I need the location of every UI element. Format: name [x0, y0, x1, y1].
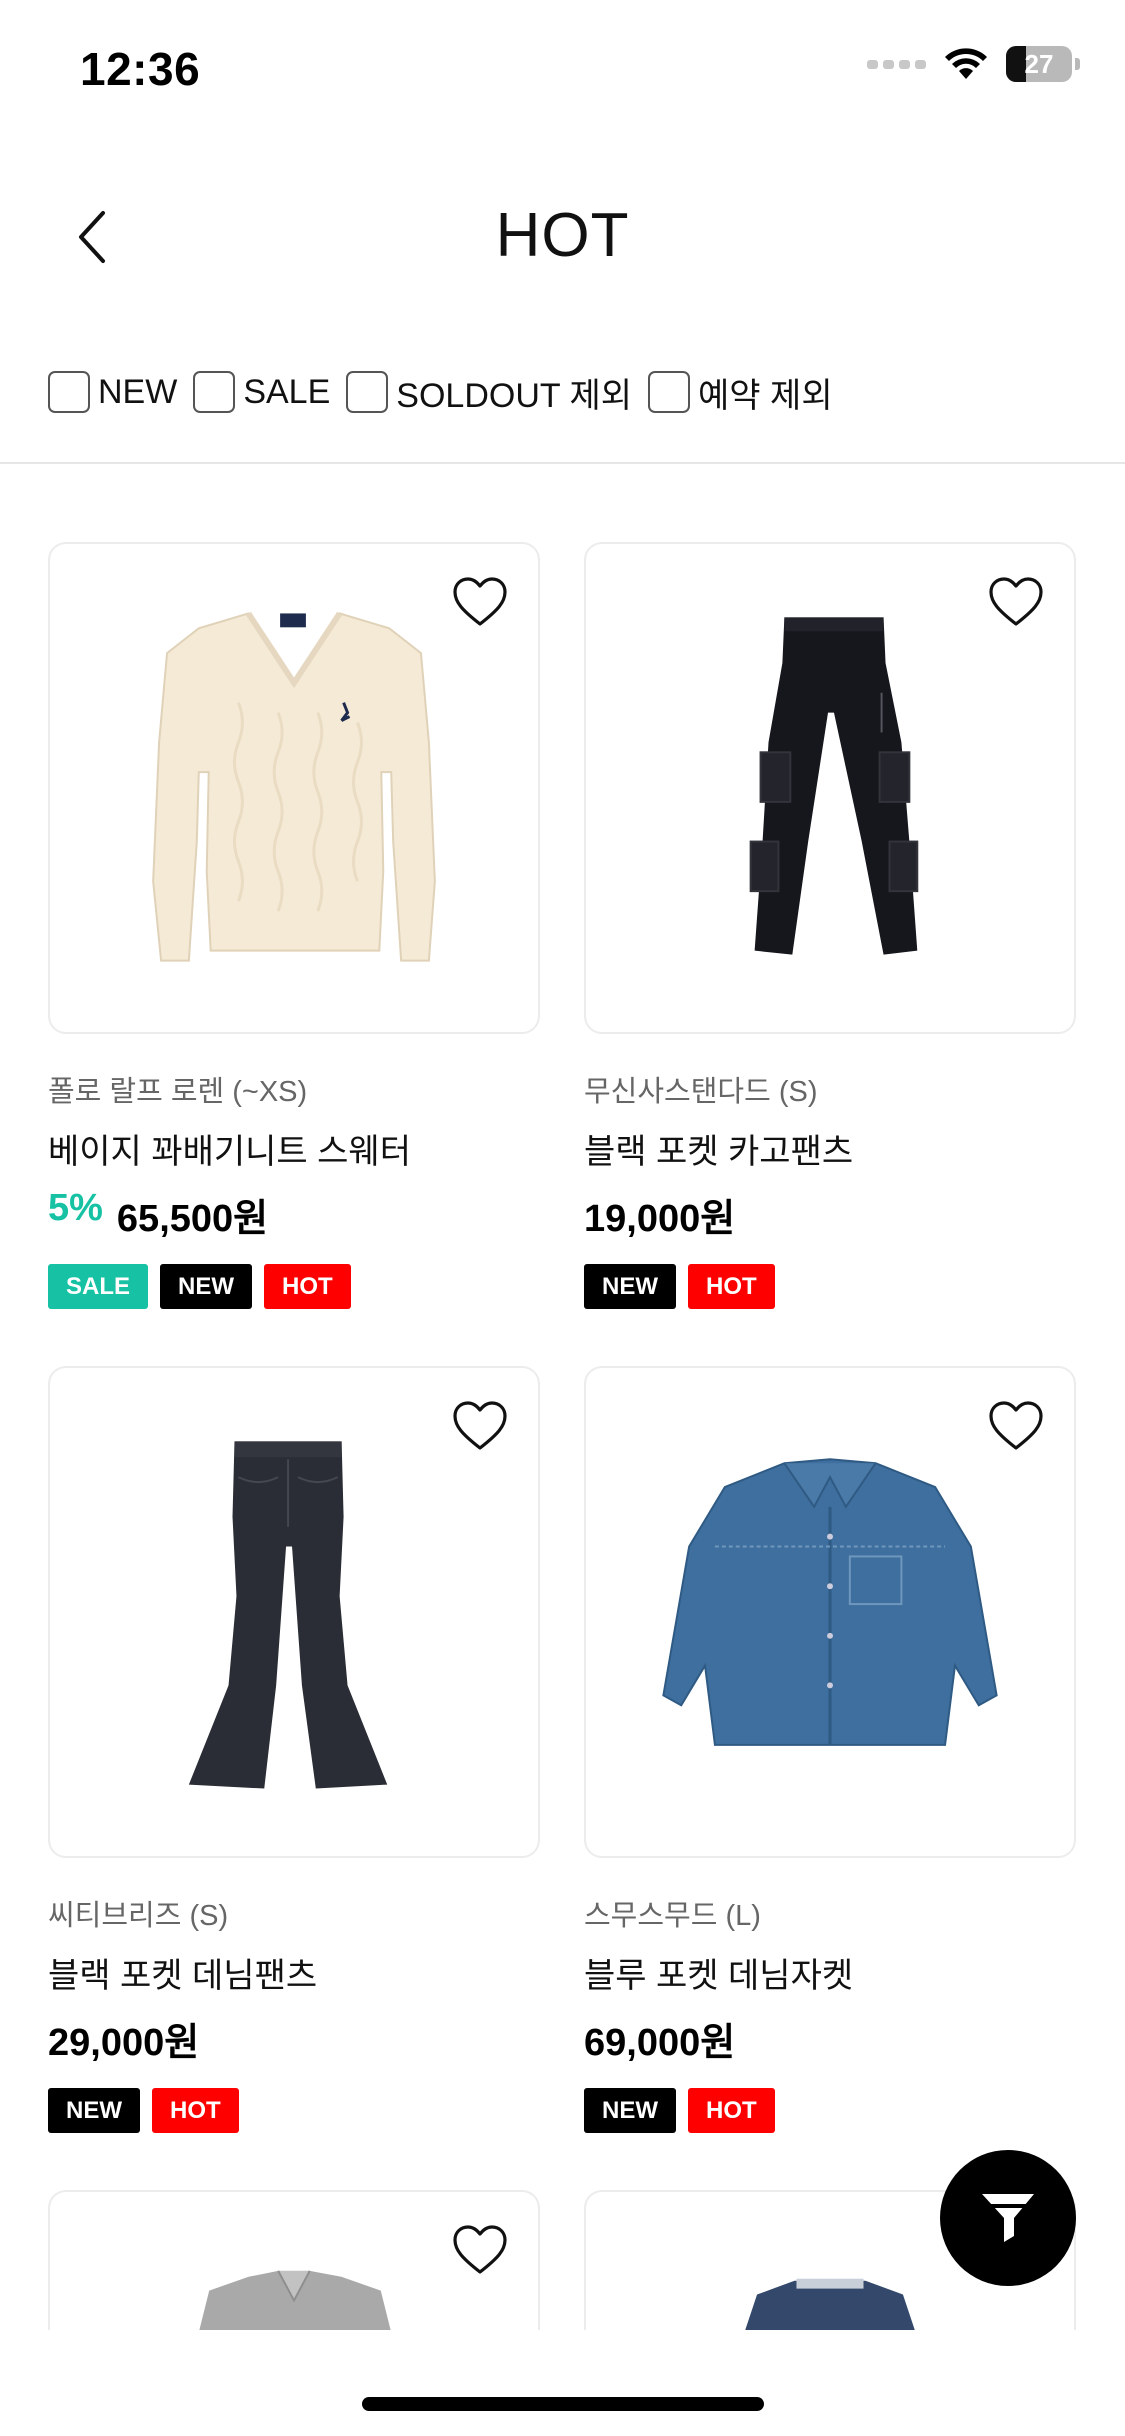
- product-name: 블루 포켓 데님자켓: [584, 1957, 854, 1995]
- filter-funnel-icon: [982, 2194, 1034, 2242]
- filter-sale[interactable]: SALE: [193, 371, 330, 413]
- product-brand: 씨티브리즈 (S): [48, 1900, 229, 1932]
- signal-dots-icon: [867, 59, 926, 69]
- wifi-icon: [945, 48, 987, 79]
- product-price: 69,000원: [584, 2022, 736, 2064]
- product-image-frame[interactable]: [584, 1366, 1076, 1858]
- divider: [0, 462, 1125, 464]
- sale-badge: SALE: [48, 1264, 149, 1309]
- battery-level: 27: [1024, 48, 1054, 79]
- product-price: 65,500원: [116, 1198, 269, 1240]
- new-badge: NEW: [160, 1264, 253, 1309]
- battery-icon: 27: [1006, 46, 1080, 82]
- status-time: 12:36: [80, 43, 201, 95]
- product-image-frame[interactable]: [48, 542, 540, 1034]
- product-price: 19,000원: [584, 1198, 736, 1240]
- page-title: HOT: [495, 201, 630, 270]
- price-row: 5% 65,500원: [48, 1187, 540, 1242]
- filter-exclude-soldout[interactable]: SOLDOUT 제외: [346, 368, 632, 417]
- product-grid: 폴로 랄프 로렌 (~XS) 베이지 꽈배기니트 스웨터 5% 65,500원 …: [48, 542, 1078, 2330]
- status-bar: 12:36 27: [0, 0, 1125, 135]
- product-image-frame[interactable]: [584, 542, 1076, 1034]
- filter-new-label: NEW: [98, 372, 178, 411]
- price-row: 19,000원: [584, 1187, 1076, 1242]
- product-name: 블랙 포켓 카고팬츠: [584, 1133, 854, 1171]
- product-card[interactable]: 스무스무드 (L) 블루 포켓 데님자켓 69,000원 NEW HOT: [584, 1366, 1076, 2190]
- hot-badge: HOT: [152, 2088, 239, 2133]
- product-card[interactable]: [48, 2190, 540, 2330]
- filter-exclude-reserved-label: 예약 제외: [698, 376, 833, 415]
- filter-new-checkbox[interactable]: [48, 371, 90, 413]
- badge-list: NEW HOT: [48, 2088, 540, 2133]
- filter-fab-button[interactable]: [940, 2150, 1076, 2286]
- heart-icon[interactable]: [452, 2224, 508, 2276]
- filter-sale-checkbox[interactable]: [193, 371, 236, 413]
- filter-exclude-soldout-label: SOLDOUT 제외: [396, 376, 633, 415]
- price-row: 29,000원: [48, 2011, 540, 2066]
- product-card[interactable]: 폴로 랄프 로렌 (~XS) 베이지 꽈배기니트 스웨터 5% 65,500원 …: [48, 542, 540, 1366]
- new-badge: NEW: [584, 1264, 676, 1309]
- product-name: 베이지 꽈배기니트 스웨터: [48, 1133, 411, 1171]
- product-image-frame[interactable]: [48, 1366, 540, 1858]
- bottom-safe-area: [0, 2334, 1125, 2436]
- filter-exclude-soldout-checkbox[interactable]: [346, 371, 389, 413]
- filter-exclude-reserved[interactable]: 예약 제외: [648, 368, 833, 417]
- heart-icon[interactable]: [988, 576, 1044, 628]
- product-card[interactable]: 무신사스탠다드 (S) 블랙 포켓 카고팬츠 19,000원 NEW HOT: [584, 542, 1076, 1366]
- badge-list: NEW HOT: [584, 2088, 1076, 2133]
- filter-new[interactable]: NEW: [48, 371, 177, 413]
- heart-icon[interactable]: [452, 1400, 508, 1452]
- hot-badge: HOT: [688, 1264, 775, 1309]
- badge-list: SALE NEW HOT: [48, 1264, 540, 1309]
- product-image-frame[interactable]: [48, 2190, 540, 2330]
- filter-exclude-reserved-checkbox[interactable]: [648, 371, 691, 413]
- new-badge: NEW: [584, 2088, 676, 2133]
- badge-list: NEW HOT: [584, 1264, 1076, 1309]
- price-row: 69,000원: [584, 2011, 1076, 2066]
- home-indicator[interactable]: [362, 2397, 764, 2411]
- discount-rate: 5%: [48, 1187, 103, 1229]
- product-brand: 무신사스탠다드 (S): [584, 1076, 818, 1108]
- product-card[interactable]: 씨티브리즈 (S) 블랙 포켓 데님팬츠 29,000원 NEW HOT: [48, 1366, 540, 2190]
- heart-icon[interactable]: [452, 576, 508, 628]
- filter-bar: NEW SALE SOLDOUT 제외 예약 제외: [48, 368, 849, 416]
- hot-badge: HOT: [688, 2088, 775, 2133]
- hot-badge: HOT: [264, 1264, 351, 1309]
- product-price: 29,000원: [48, 2022, 200, 2064]
- heart-icon[interactable]: [988, 1400, 1044, 1452]
- product-brand: 스무스무드 (L): [584, 1900, 761, 1932]
- product-name: 블랙 포켓 데님팬츠: [48, 1957, 318, 1995]
- new-badge: NEW: [48, 2088, 140, 2133]
- product-brand: 폴로 랄프 로렌 (~XS): [48, 1076, 308, 1108]
- header: HOT: [0, 160, 1125, 310]
- status-icons: 27: [867, 46, 1080, 82]
- filter-sale-label: SALE: [243, 372, 331, 411]
